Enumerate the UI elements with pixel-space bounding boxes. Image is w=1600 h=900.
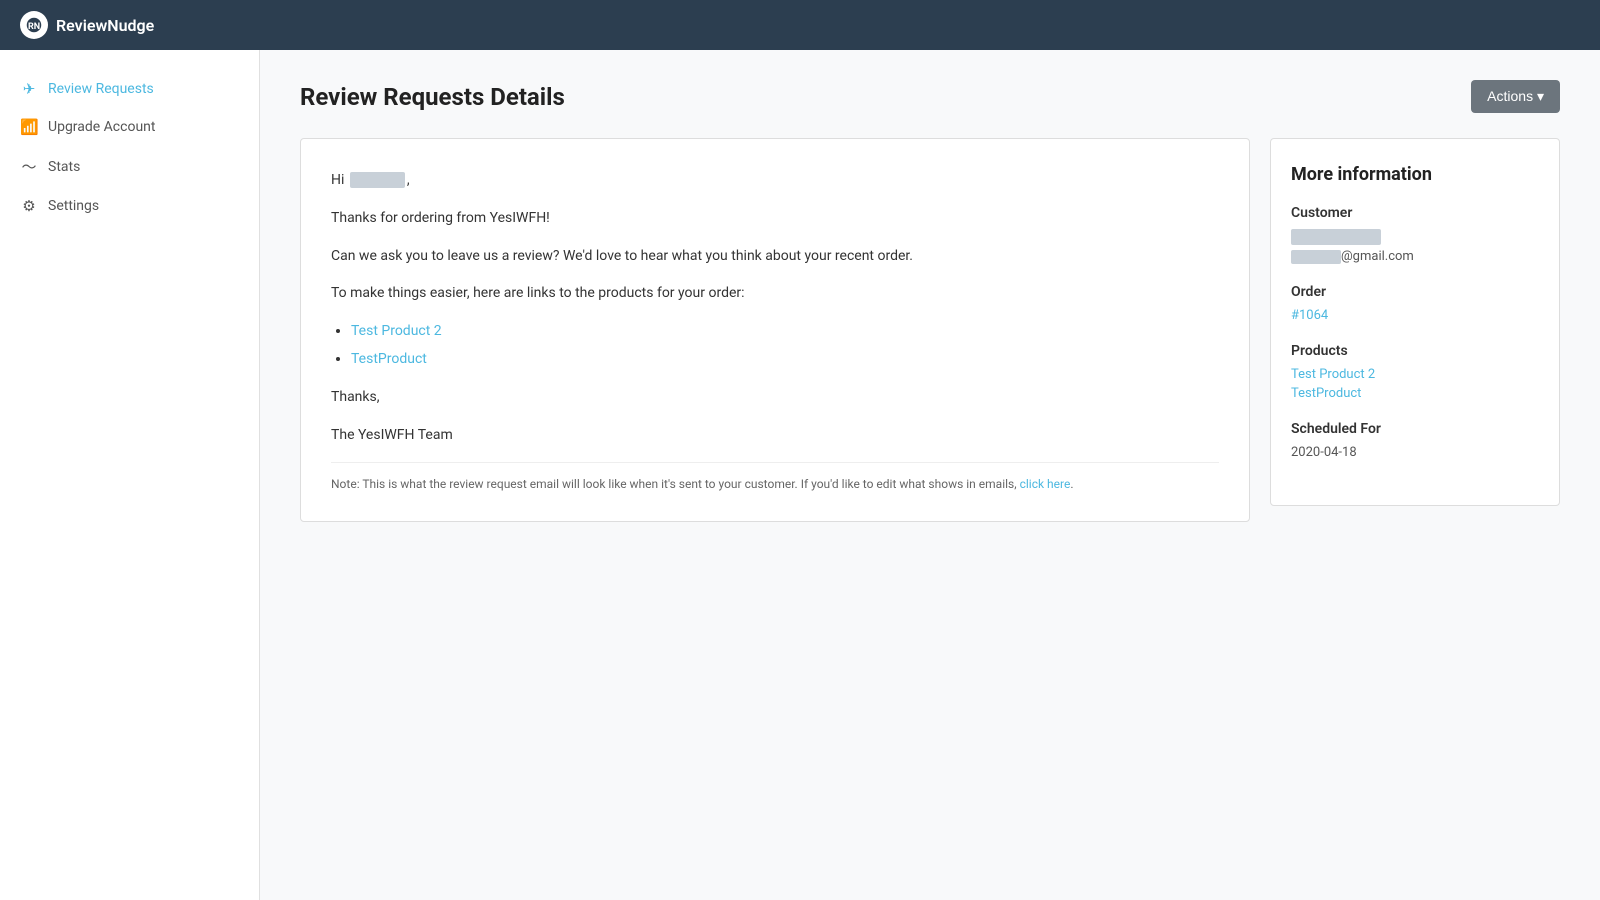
product-link-2[interactable]: TestProduct bbox=[351, 351, 427, 367]
product-link-1[interactable]: Test Product 2 bbox=[351, 323, 442, 339]
more-info-heading: More information bbox=[1291, 164, 1539, 185]
email-line2: Can we ask you to leave us a review? We'… bbox=[331, 245, 1219, 269]
gear-icon: ⚙ bbox=[20, 197, 38, 215]
sidebar: ✈ Review Requests 📶 Upgrade Account 〜 St… bbox=[0, 50, 260, 900]
sidebar-item-label: Upgrade Account bbox=[48, 119, 155, 135]
customer-name-block bbox=[1291, 229, 1381, 245]
app-logo: RN ReviewNudge bbox=[20, 11, 154, 39]
scheduled-date-value: 2020-04-18 bbox=[1291, 445, 1539, 460]
layout: ✈ Review Requests 📶 Upgrade Account 〜 St… bbox=[0, 50, 1600, 900]
page-title: Review Requests Details bbox=[300, 83, 565, 111]
more-info-card: More information Customer @gmail.com Ord… bbox=[1270, 138, 1560, 506]
list-item: TestProduct bbox=[351, 348, 1219, 372]
main-content: Review Requests Details Actions ▾ Hi , T… bbox=[260, 50, 1600, 900]
topbar: RN ReviewNudge bbox=[0, 0, 1600, 50]
customer-email-block bbox=[1291, 250, 1341, 264]
email-line1: Thanks for ordering from YesIWFH! bbox=[331, 207, 1219, 231]
page-header: Review Requests Details Actions ▾ bbox=[300, 80, 1560, 113]
customer-label: Customer bbox=[1291, 205, 1539, 221]
products-label: Products bbox=[1291, 343, 1539, 359]
customer-email-value: @gmail.com bbox=[1291, 249, 1539, 264]
info-product-2: TestProduct bbox=[1291, 386, 1539, 401]
logo-icon: RN bbox=[20, 11, 48, 39]
customer-name-value bbox=[1291, 229, 1539, 245]
email-note: Note: This is what the review request em… bbox=[331, 462, 1219, 491]
app-name: ReviewNudge bbox=[56, 16, 154, 35]
order-number-link[interactable]: #1064 bbox=[1291, 308, 1328, 323]
products-section: Products Test Product 2 TestProduct bbox=[1291, 343, 1539, 401]
sidebar-item-upgrade-account[interactable]: 📶 Upgrade Account bbox=[0, 108, 259, 146]
customer-section: Customer @gmail.com bbox=[1291, 205, 1539, 264]
email-greeting: Hi , bbox=[331, 169, 1219, 193]
actions-button[interactable]: Actions ▾ bbox=[1471, 80, 1560, 113]
sidebar-item-stats[interactable]: 〜 Stats bbox=[0, 146, 259, 187]
order-label: Order bbox=[1291, 284, 1539, 300]
sidebar-item-review-requests[interactable]: ✈ Review Requests bbox=[0, 70, 259, 108]
sidebar-item-label: Stats bbox=[48, 159, 80, 175]
email-preview-card: Hi , Thanks for ordering from YesIWFH! C… bbox=[300, 138, 1250, 522]
stats-icon: 〜 bbox=[20, 156, 38, 177]
email-body: Hi , Thanks for ordering from YesIWFH! C… bbox=[331, 169, 1219, 447]
email-products-list: Test Product 2 TestProduct bbox=[351, 320, 1219, 372]
info-product-1: Test Product 2 bbox=[1291, 367, 1539, 382]
info-product-link-1[interactable]: Test Product 2 bbox=[1291, 367, 1375, 382]
edit-email-link[interactable]: click here bbox=[1020, 477, 1071, 491]
order-section: Order #1064 bbox=[1291, 284, 1539, 323]
order-number-value: #1064 bbox=[1291, 308, 1539, 323]
email-closing: Thanks, bbox=[331, 386, 1219, 410]
email-line3: To make things easier, here are links to… bbox=[331, 282, 1219, 306]
sidebar-item-label: Settings bbox=[48, 198, 99, 214]
send-icon: ✈ bbox=[20, 80, 38, 98]
info-product-link-2[interactable]: TestProduct bbox=[1291, 386, 1361, 401]
scheduled-label: Scheduled For bbox=[1291, 421, 1539, 437]
email-signature: The YesIWFH Team bbox=[331, 424, 1219, 448]
sidebar-item-settings[interactable]: ⚙ Settings bbox=[0, 187, 259, 225]
list-item: Test Product 2 bbox=[351, 320, 1219, 344]
bar-chart-icon: 📶 bbox=[20, 118, 38, 136]
content-area: Hi , Thanks for ordering from YesIWFH! C… bbox=[300, 138, 1560, 522]
sidebar-item-label: Review Requests bbox=[48, 81, 154, 97]
scheduled-section: Scheduled For 2020-04-18 bbox=[1291, 421, 1539, 460]
svg-text:RN: RN bbox=[28, 22, 40, 32]
customer-name-redacted bbox=[350, 172, 405, 188]
